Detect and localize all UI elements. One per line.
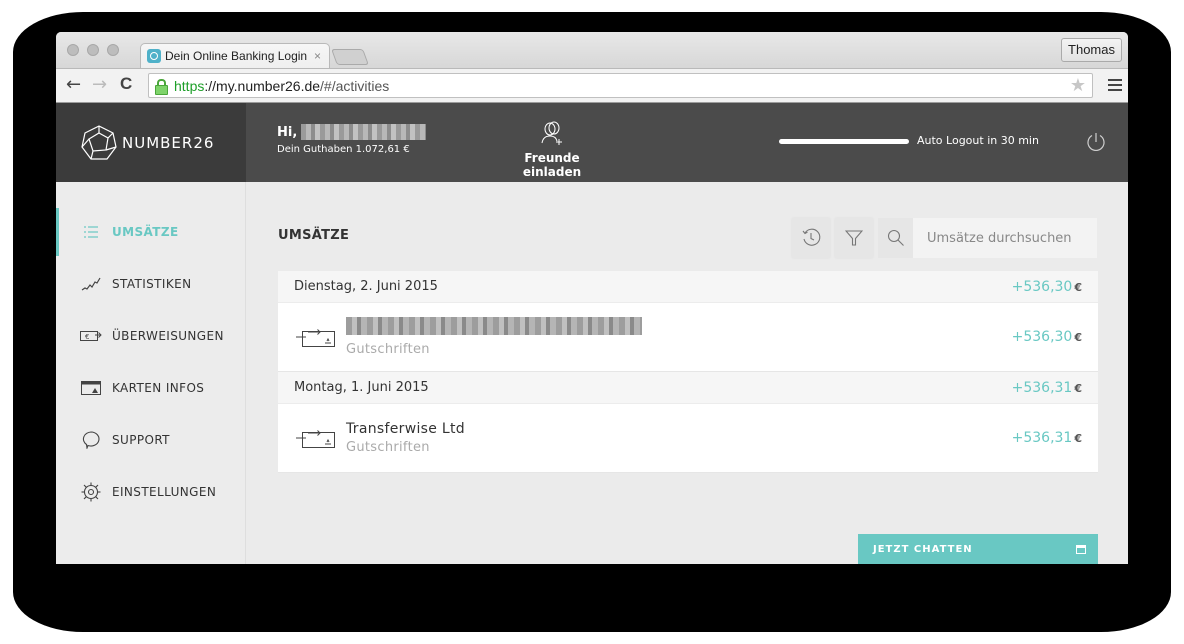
transaction-row[interactable]: Transferwise Ltd Gutschriften +536,31 € — [278, 404, 1098, 473]
day-date: Montag, 1. Juni 2015 — [294, 380, 429, 395]
sidebar-item-label: STATISTIKEN — [112, 277, 192, 291]
sidebar: UMSÄTZE STATISTIKEN € ÜBERWEISUNGEN KART… — [56, 182, 246, 564]
sidebar-item-label: ÜBERWEISUNGEN — [112, 329, 224, 343]
greeting-block: Hi, Dein Guthaben 1.072,61 € — [277, 124, 427, 155]
transaction-amount: +536,30 € — [1012, 329, 1082, 345]
incoming-transfer-icon — [296, 329, 335, 347]
maximize-window-icon[interactable] — [1076, 544, 1086, 554]
sidebar-item-label: EINSTELLUNGEN — [112, 485, 217, 499]
sidebar-item-label: SUPPORT — [112, 433, 170, 447]
incoming-transfer-icon — [296, 430, 335, 448]
url-scheme: https — [174, 77, 205, 94]
currency-symbol: € — [1074, 280, 1082, 294]
currency-symbol: € — [1074, 432, 1082, 445]
balance-text: Dein Guthaben 1.072,61 € — [277, 144, 410, 155]
redacted-user-name — [301, 124, 427, 140]
sidebar-item-label: KARTEN INFOS — [112, 381, 205, 395]
address-bar[interactable]: https://my.number26.de/#/activities ★ — [148, 73, 1093, 98]
forward-arrow-icon[interactable]: → — [92, 74, 107, 95]
url-path: /#/activities — [320, 77, 390, 94]
transaction-amount-value: +536,31 — [1011, 430, 1073, 446]
redacted-transaction-name — [346, 317, 642, 335]
back-arrow-icon[interactable]: ← — [66, 74, 81, 95]
currency-symbol: € — [1074, 331, 1082, 344]
page-title: UMSÄTZE — [278, 228, 350, 243]
profile-button[interactable]: Thomas — [1061, 38, 1122, 62]
reload-icon[interactable]: C — [120, 74, 132, 94]
filter-funnel-icon — [845, 230, 863, 246]
transaction-name: Transferwise Ltd — [346, 421, 465, 437]
new-tab-button[interactable] — [331, 49, 369, 65]
card-icon — [80, 378, 102, 398]
app-header: NUMBER26 Hi, Dein Guthaben 1.072,61 € Fr… — [56, 103, 1128, 182]
day-total: +536,30 € — [1012, 279, 1082, 295]
invite-friends-label: Freunde einladen — [522, 151, 582, 179]
sidebar-item-statistiken[interactable]: STATISTIKEN — [56, 260, 246, 308]
url-host: ://my.number26.de — [204, 77, 321, 94]
day-total-value: +536,31 — [1011, 379, 1073, 396]
auto-logout-text: Auto Logout in 30 min — [917, 134, 1039, 147]
gear-icon — [80, 482, 102, 502]
search-input[interactable] — [913, 218, 1097, 258]
chart-line-icon — [80, 274, 102, 294]
filter-button[interactable] — [835, 218, 873, 258]
tab-strip: Dein Online Banking Login × Thomas — [56, 32, 1128, 68]
currency-symbol: € — [1074, 381, 1082, 395]
svg-text:€: € — [85, 333, 89, 341]
greeting-text: Hi, — [277, 124, 298, 140]
lock-icon — [155, 78, 168, 95]
minimize-window-button[interactable] — [87, 44, 99, 56]
dodecahedron-logo-icon — [81, 124, 117, 160]
transaction-amount-value: +536,30 — [1011, 329, 1073, 345]
day-date: Dienstag, 2. Juni 2015 — [294, 279, 438, 294]
sidebar-item-einstellungen[interactable]: EINSTELLUNGEN — [56, 468, 246, 516]
sidebar-item-ueberweisungen[interactable]: € ÜBERWEISUNGEN — [56, 312, 246, 360]
tab-close-icon[interactable]: × — [314, 49, 321, 63]
search-icon — [878, 218, 913, 258]
history-clock-icon — [802, 228, 821, 246]
close-window-button[interactable] — [67, 44, 79, 56]
transfer-icon: € — [80, 326, 102, 346]
site-favicon-icon — [147, 49, 161, 63]
sidebar-item-label: UMSÄTZE — [112, 225, 179, 239]
hamburger-menu-icon[interactable] — [1108, 79, 1122, 91]
day-total: +536,31 € — [1012, 380, 1082, 396]
browser-window: Dein Online Banking Login × Thomas ← → C… — [56, 32, 1128, 564]
transaction-category: Gutschriften — [346, 440, 430, 455]
day-total-value: +536,30 — [1011, 278, 1073, 295]
history-button[interactable] — [792, 218, 830, 258]
invite-friends-icon — [541, 121, 562, 145]
bookmark-star-icon[interactable]: ★ — [1070, 75, 1086, 96]
speech-bubble-icon — [80, 430, 102, 450]
auto-logout-progress — [779, 139, 909, 144]
sidebar-item-karten-infos[interactable]: KARTEN INFOS — [56, 364, 246, 412]
sidebar-item-umsaetze[interactable]: UMSÄTZE — [56, 208, 246, 256]
zoom-window-button[interactable] — [107, 44, 119, 56]
brand-name: NUMBER26 — [122, 133, 215, 152]
tab-title: Dein Online Banking Login — [165, 49, 308, 63]
day-header: Montag, 1. Juni 2015 +536,31 € — [278, 372, 1098, 404]
transactions-list: Dienstag, 2. Juni 2015 +536,30 € Gutschri… — [278, 271, 1098, 473]
brand-logo[interactable]: NUMBER26 — [56, 103, 246, 182]
chat-widget-button[interactable]: JETZT CHATTEN — [858, 534, 1098, 564]
transaction-row[interactable]: Gutschriften +536,30 € — [278, 303, 1098, 372]
power-logout-icon[interactable] — [1085, 131, 1107, 153]
browser-toolbar: ← → C https://my.number26.de/#/activitie… — [56, 68, 1128, 103]
main-content: UMSÄTZE Dienstag, 2. Juni 2015 +536,30€ — [247, 182, 1128, 564]
sidebar-item-support[interactable]: SUPPORT — [56, 416, 246, 464]
day-header: Dienstag, 2. Juni 2015 +536,30 € — [278, 271, 1098, 303]
transaction-amount: +536,31 € — [1012, 430, 1082, 446]
invite-friends-button[interactable]: Freunde einladen — [496, 121, 608, 179]
chat-label: JETZT CHATTEN — [873, 543, 973, 555]
browser-tab[interactable]: Dein Online Banking Login × — [140, 43, 330, 68]
search-field[interactable] — [878, 218, 1097, 258]
transaction-category: Gutschriften — [346, 342, 430, 357]
list-icon — [80, 222, 102, 242]
